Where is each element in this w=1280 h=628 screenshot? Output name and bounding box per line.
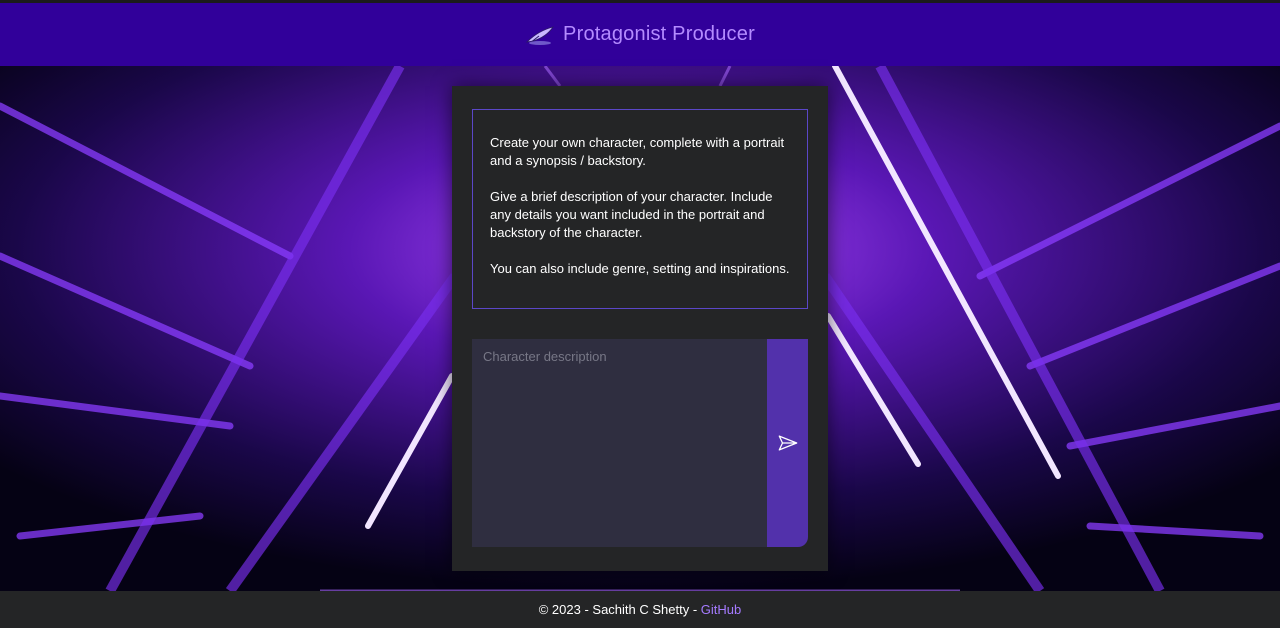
app-header: Protagonist Producer (0, 3, 1280, 66)
brand: Protagonist Producer (525, 23, 755, 46)
intro-paragraph: Create your own character, complete with… (490, 135, 785, 168)
quill-icon (525, 25, 554, 45)
instructions-panel: Create your own character, complete with… (472, 109, 808, 309)
send-icon (778, 435, 797, 451)
instructions-paragraph: Give a brief description of your charact… (490, 189, 773, 240)
main-card: Create your own character, complete with… (452, 86, 828, 571)
footer: © 2023 - Sachith C Shetty - GitHub (0, 591, 1280, 628)
copyright-text: © 2023 - Sachith C Shetty - (538, 602, 701, 617)
tips-paragraph: You can also include genre, setting and … (490, 261, 790, 276)
description-composer (472, 339, 808, 547)
app-title: Protagonist Producer (563, 23, 755, 45)
github-link[interactable]: GitHub (701, 602, 741, 617)
send-button[interactable] (767, 339, 808, 547)
character-description-input[interactable] (472, 339, 767, 547)
